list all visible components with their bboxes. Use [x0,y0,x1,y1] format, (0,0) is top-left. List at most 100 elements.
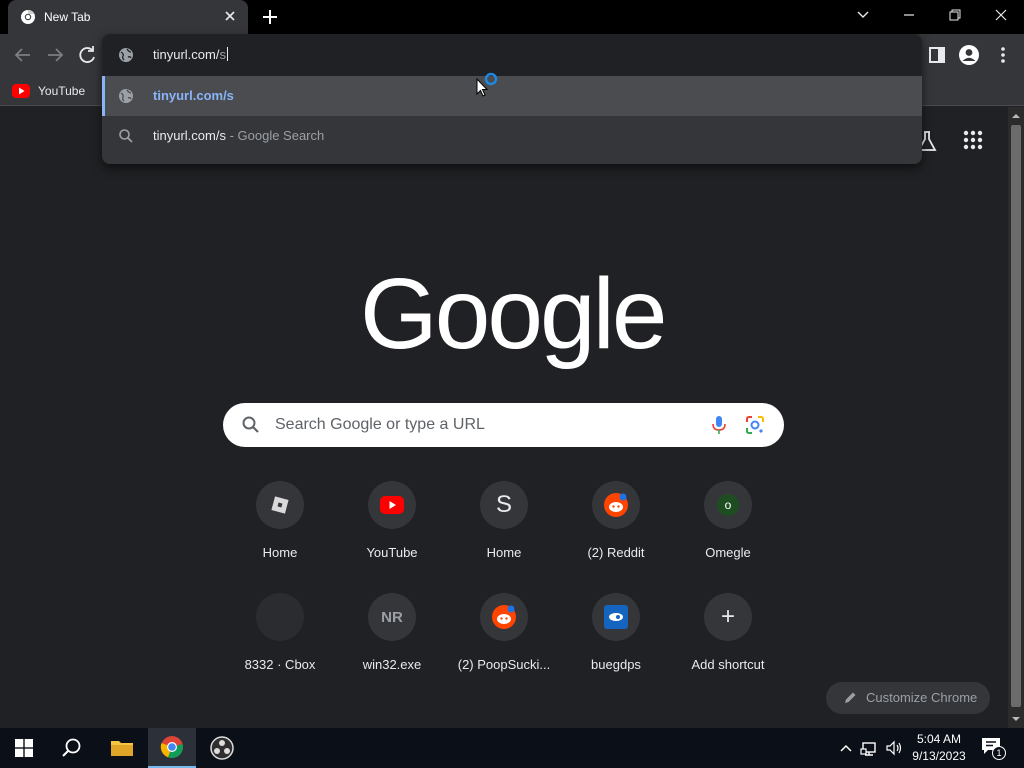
pencil-icon [845,692,856,703]
taskbar-search-button[interactable] [48,728,96,768]
microphone-icon[interactable] [709,414,729,436]
search-icon [242,416,259,433]
shortcut-label: win32.exe [362,657,422,672]
taskbar-file-explorer[interactable] [98,728,146,768]
network-icon[interactable] [860,738,880,758]
title-bar: New Tab [0,0,1024,34]
omegle-icon: o [717,494,739,516]
youtube-icon [380,496,404,514]
notification-center-button[interactable]: 1 [980,736,1006,760]
folder-icon [111,741,133,756]
customize-chrome-button[interactable]: Customize Chrome [826,682,990,714]
close-icon [995,9,1007,21]
forward-icon[interactable] [44,44,66,66]
shortcut-label: (2) Reddit [587,545,645,560]
suggestion-secondary: - Google Search [225,128,325,143]
tab-search-button[interactable] [840,0,886,30]
tab-title: New Tab [44,10,91,24]
windows-taskbar: 5:04 AM 9/13/2023 1 [0,728,1024,768]
youtube-icon [12,84,30,98]
shortcut-label: YouTube [366,545,418,560]
clock-time: 5:04 AM [916,732,962,746]
new-tab-button[interactable] [260,7,280,27]
shortcut-label: (2) PoopSucki... [457,657,551,672]
profile-avatar-icon[interactable] [958,44,980,66]
shortcut-tile[interactable]: o Omegle [672,481,784,593]
suggestion-query: tinyurl.com/s [153,128,226,143]
buegdps-icon [604,605,628,629]
system-clock[interactable]: 5:04 AM 9/13/2023 [906,731,972,765]
scroll-up-icon[interactable] [1008,110,1024,122]
suggestion-text: tinyurl.com/s - Google Search [153,128,324,143]
shortcut-tile[interactable]: (2) Reddit [560,481,672,593]
notification-count-badge: 1 [992,746,1006,760]
start-button[interactable] [0,728,48,768]
minimize-button[interactable] [886,0,932,30]
roblox-icon [271,496,289,514]
shortcut-label: Home [262,545,298,560]
shortcut-icon-bg: NR [368,593,416,641]
shortcut-tile[interactable]: S Home [448,481,560,593]
google-apps-icon[interactable] [962,129,984,151]
clock-date: 9/13/2023 [912,749,966,763]
windows-logo-icon [15,739,33,757]
suggestion-search[interactable]: tinyurl.com/s - Google Search [102,116,922,156]
shortcut-icon-bg [256,593,304,641]
shortcut-label: Omegle [705,545,751,560]
shortcut-tile[interactable]: Home [224,481,336,593]
shortcut-tile[interactable]: YouTube [336,481,448,593]
new-tab-page: Google Search Google or type a URL Home … [0,107,1008,728]
address-bar[interactable]: tinyurl.com/s [102,34,922,76]
search-placeholder: Search Google or type a URL [275,416,485,433]
screen: New Tab YouTube Google Search Google or … [0,0,1024,768]
letter-icon: NR [381,608,403,626]
close-icon[interactable] [222,8,238,24]
shortcut-icon-bg [592,481,640,529]
shortcut-icon-bg [480,593,528,641]
globe-icon [119,89,133,103]
chrome-icon [21,9,35,24]
bookmark-youtube[interactable]: YouTube [12,82,85,100]
scroll-down-icon[interactable] [1008,713,1024,725]
restore-button[interactable] [932,0,978,30]
chevron-down-icon [857,11,869,18]
taskbar-chrome[interactable] [148,728,196,768]
selection-indicator [102,76,105,116]
side-panel-icon[interactable] [926,44,948,66]
reload-icon[interactable] [76,44,98,66]
scrollbar[interactable] [1008,107,1024,728]
shortcut-icon-bg: S [480,481,528,529]
search-icon [62,738,81,757]
address-autocomplete-text: s [219,47,226,62]
shortcut-tile[interactable]: (2) PoopSucki... [448,593,560,705]
suggestion-url[interactable]: tinyurl.com/s [102,76,922,116]
chevron-up-icon[interactable] [836,738,856,758]
suggestion-text: tinyurl.com/s [153,88,234,103]
taskbar-obs[interactable] [198,728,246,768]
shortcut-tile[interactable]: buegdps [560,593,672,705]
busy-spinner-icon [484,72,498,86]
reddit-icon [604,493,628,517]
obs-icon [210,736,234,760]
menu-kebab-icon[interactable] [992,44,1014,66]
shortcut-icon-bg: o [704,481,752,529]
scrollbar-thumb[interactable] [1011,125,1021,707]
chrome-icon [160,736,183,759]
address-input[interactable]: tinyurl.com/s [153,47,228,62]
close-window-button[interactable] [978,0,1024,30]
google-lens-icon[interactable] [744,414,766,436]
bookmark-label: YouTube [38,84,86,98]
shortcut-icon-bg [368,481,416,529]
shortcut-tile[interactable]: 8332 · Cbox [224,593,336,705]
text-caret [226,47,228,61]
ntp-search-box[interactable]: Search Google or type a URL [223,403,784,447]
shortcut-label: Home [486,545,522,560]
shortcut-tile[interactable]: NR win32.exe [336,593,448,705]
search-icon [119,129,133,143]
tab-new-tab[interactable]: New Tab [8,0,248,34]
back-icon[interactable] [12,44,34,66]
shortcut-icon-bg [592,593,640,641]
add-shortcut-button[interactable]: + Add shortcut [672,593,784,705]
shortcut-label: 8332 · Cbox [244,657,316,672]
volume-icon[interactable] [884,738,904,758]
